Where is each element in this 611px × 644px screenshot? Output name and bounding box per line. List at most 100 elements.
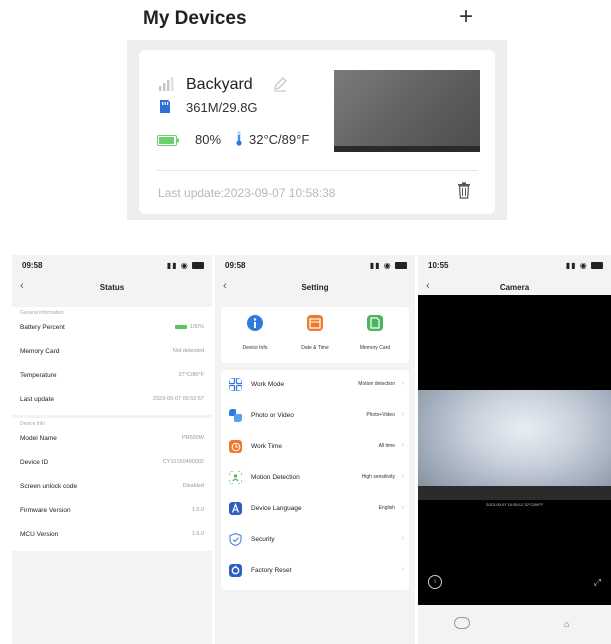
setting-photo-video[interactable]: Photo or Video Photo+Video ›: [221, 401, 409, 432]
row-label: Device ID: [20, 459, 49, 466]
screen-title: Setting: [301, 283, 329, 292]
row-value: 2023-09-07 09:52:57: [152, 396, 204, 402]
status-row: Model Name PR600W: [12, 428, 212, 450]
edit-icon[interactable]: [272, 76, 288, 92]
chevron-right-icon: ›: [401, 442, 404, 449]
reset-icon: [229, 564, 242, 577]
row-label: Temperature: [20, 372, 57, 379]
row-label: Last update: [20, 396, 54, 403]
system-icons: ▮▮ ◉: [370, 261, 407, 270]
chevron-right-icon: ›: [401, 535, 404, 542]
setting-factory-reset[interactable]: Factory Reset ›: [221, 556, 409, 587]
quick-label: Memory Card: [359, 345, 391, 351]
row-label: Screen unlock code: [20, 483, 78, 490]
sd-card-icon: [160, 100, 170, 113]
temperature: 32°C/89°F: [249, 132, 310, 147]
clock-icon: [229, 440, 242, 453]
camera-controls: ⌂: [418, 605, 611, 644]
phone-battery-icon: [591, 262, 603, 270]
status-row: Device ID CY10160480002: [12, 452, 212, 474]
setting-label: Work Mode: [251, 381, 285, 388]
ground-strip: [418, 486, 611, 500]
record-button[interactable]: [454, 617, 470, 629]
device-info-button[interactable]: Device Info: [225, 315, 285, 359]
general-info-section: General information Battery Percent 100%…: [12, 307, 212, 415]
page-title: My Devices: [143, 8, 247, 29]
clock: 10:55: [428, 261, 449, 270]
device-list: Backyard 361M/29.8G 80% 32°C/89°F Last u…: [127, 40, 507, 220]
camera-image: [418, 390, 611, 500]
thumbnail-info-bar: [334, 146, 480, 152]
system-icons: ▮▮ ◉: [566, 261, 603, 270]
quick-label: Device Info: [242, 345, 268, 351]
clock: 09:58: [22, 261, 43, 270]
memory-card-icon: [367, 315, 383, 331]
status-row: Temperature 27°C/80°F: [12, 365, 212, 387]
setting-device-language[interactable]: Device Language English ›: [221, 494, 409, 525]
chevron-right-icon: ›: [401, 566, 404, 573]
quick-label: Date & Time: [301, 345, 329, 351]
system-icons: ▮▮ ◉: [167, 261, 204, 270]
section-header: General information: [20, 310, 64, 316]
setting-label: Work Time: [251, 443, 282, 450]
device-card[interactable]: Backyard 361M/29.8G 80% 32°C/89°F Last u…: [139, 50, 495, 214]
settings-list: Work Mode Motion detection › Photo or Vi…: [221, 370, 409, 590]
camera-screen: 10:55 ▮▮ ◉ ‹ Camera 2023-09-07 10:55:12 …: [418, 255, 611, 644]
system-status-bar: 09:58 ▮▮ ◉: [12, 255, 212, 277]
date-time-button[interactable]: Date & Time: [285, 315, 345, 359]
signal-icon: [159, 77, 174, 91]
info-icon[interactable]: i: [428, 575, 442, 589]
trash-icon[interactable]: [457, 182, 471, 199]
status-row: Memory Card Not detected: [12, 341, 212, 363]
live-view[interactable]: 2023-09-07 10:55:12 32°C/89°F i ⤢: [418, 295, 611, 605]
phone-battery-icon: [395, 262, 407, 270]
my-devices-header: My Devices +: [0, 0, 611, 40]
row-value: CY10160480002: [162, 459, 204, 465]
setting-work-mode[interactable]: Work Mode Motion detection ›: [221, 370, 409, 401]
setting-value: English: [378, 505, 395, 511]
camera-thumbnail[interactable]: [334, 70, 480, 152]
memory-card-button[interactable]: Memory Card: [345, 315, 405, 359]
status-row: Firmware Version 1.0.0: [12, 500, 212, 522]
nav-bar: ‹ Setting: [215, 277, 415, 299]
phone-battery-icon: [192, 262, 204, 270]
home-icon[interactable]: ⌂: [564, 619, 569, 629]
status-row: Last update 2023-09-07 09:52:57: [12, 389, 212, 411]
setting-value: High sensitivity: [361, 474, 395, 480]
setting-value: Photo+Video: [366, 412, 395, 418]
row-label: Memory Card: [20, 348, 60, 355]
status-screen: 09:58 ▮▮ ◉ ‹ Status General information …: [12, 255, 212, 644]
battery-percent: 80%: [195, 132, 222, 147]
info-icon: [247, 315, 263, 331]
add-device-button[interactable]: +: [455, 4, 477, 30]
setting-value: All time: [378, 443, 395, 449]
setting-label: Motion Detection: [251, 474, 300, 481]
divider: [156, 170, 478, 171]
fullscreen-icon[interactable]: ⤢: [594, 577, 601, 588]
row-value: 1.6.0: [191, 531, 204, 537]
battery-value: 100%: [189, 324, 204, 330]
calendar-icon: [307, 315, 323, 331]
quick-settings: Device Info Date & Time Memory Card: [221, 307, 409, 363]
photo-video-icon: [229, 409, 242, 422]
status-row: MCU Version 1.6.0: [12, 524, 212, 546]
row-value: PR600W: [181, 435, 204, 441]
row-label: Firmware Version: [20, 507, 71, 514]
battery-bar-icon: [174, 324, 187, 329]
chevron-right-icon: ›: [401, 504, 404, 511]
chevron-right-icon: ›: [401, 411, 404, 418]
row-value: 100%: [174, 324, 204, 330]
chevron-right-icon: ›: [401, 380, 404, 387]
setting-value: Motion detection: [358, 381, 395, 387]
system-status-bar: 10:55 ▮▮ ◉: [418, 255, 611, 277]
setting-motion-detection[interactable]: Motion Detection High sensitivity ›: [221, 463, 409, 494]
storage-usage: 361M/29.8G: [186, 100, 258, 115]
setting-screen: 09:58 ▮▮ ◉ ‹ Setting Device Info Date & …: [215, 255, 415, 644]
row-value: Disabled: [182, 483, 204, 489]
camera-overlay-text: 2023-09-07 10:55:12 32°C/89°F: [486, 502, 543, 507]
chevron-right-icon: ›: [401, 473, 404, 480]
setting-work-time[interactable]: Work Time All time ›: [221, 432, 409, 463]
setting-label: Device Language: [251, 505, 302, 512]
battery-icon: [157, 135, 179, 146]
setting-security[interactable]: Security ›: [221, 525, 409, 556]
